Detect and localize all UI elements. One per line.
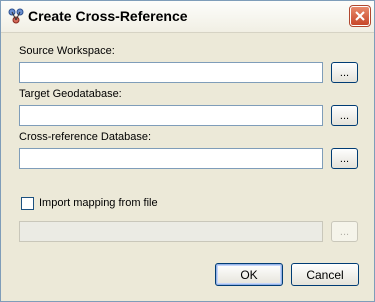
cross-reference-database-browse-button[interactable]: ...: [331, 148, 358, 169]
dialog-window: Create Cross-Reference Source Workspace:…: [0, 0, 375, 302]
cross-reference-icon: [8, 8, 24, 24]
title-bar: Create Cross-Reference: [1, 1, 374, 33]
source-workspace-label: Source Workspace:: [19, 45, 115, 57]
import-mapping-checkbox[interactable]: [21, 197, 34, 210]
import-mapping-file-input: [19, 221, 323, 242]
ok-button[interactable]: OK: [215, 263, 283, 286]
cross-reference-database-input[interactable]: [19, 148, 323, 169]
source-workspace-input[interactable]: [19, 62, 323, 83]
source-workspace-browse-button[interactable]: ...: [331, 62, 358, 83]
import-mapping-browse-button: ...: [331, 221, 358, 242]
target-geodatabase-label: Target Geodatabase:: [19, 88, 122, 100]
window-title: Create Cross-Reference: [28, 8, 188, 24]
close-button[interactable]: [349, 5, 371, 27]
import-mapping-label[interactable]: Import mapping from file: [39, 197, 158, 209]
cross-reference-database-label: Cross-reference Database:: [19, 131, 152, 143]
dialog-body: Source Workspace: ... Target Geodatabase…: [1, 33, 374, 301]
target-geodatabase-input[interactable]: [19, 105, 323, 126]
cancel-button[interactable]: Cancel: [291, 263, 359, 286]
close-icon: [355, 11, 365, 21]
target-geodatabase-browse-button[interactable]: ...: [331, 105, 358, 126]
